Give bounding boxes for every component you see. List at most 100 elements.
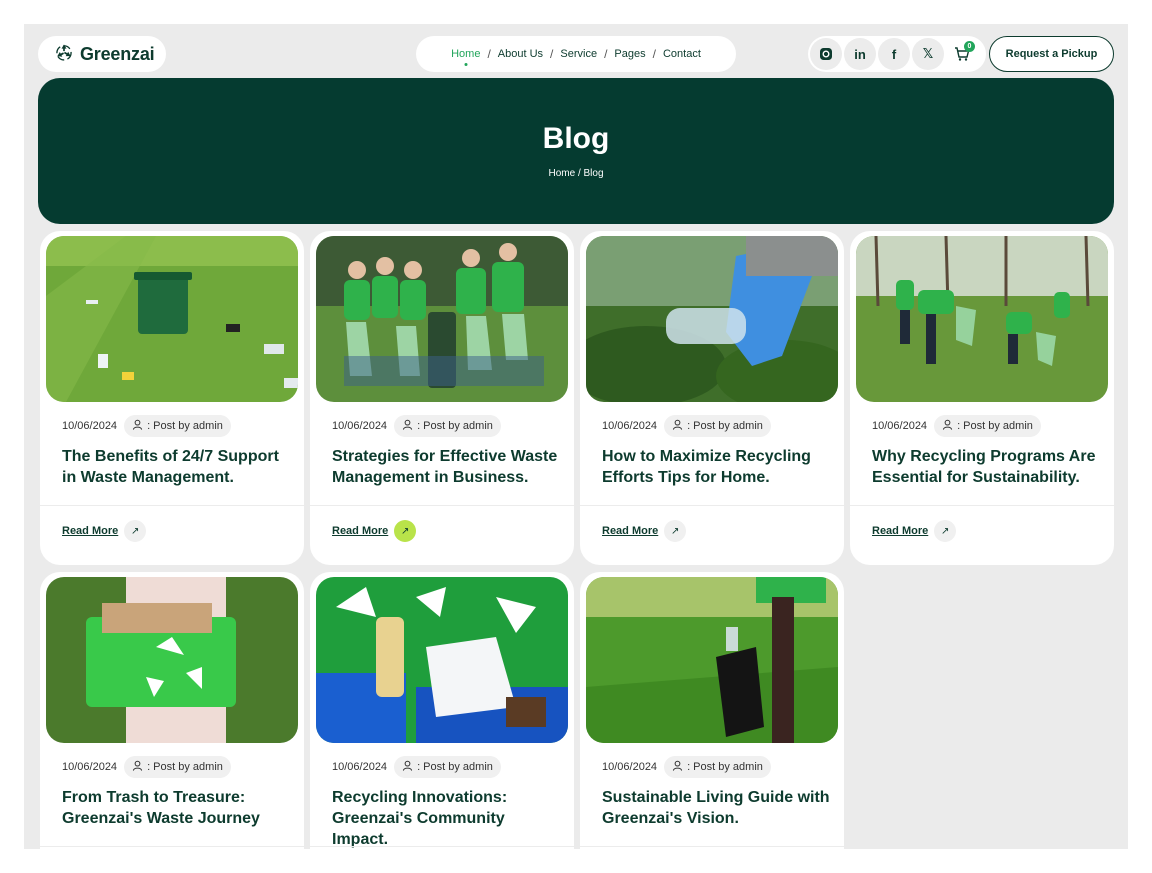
blog-card: 10/06/2024 : Post by admin Strategies fo… xyxy=(310,231,574,565)
social-links: in f 𝕏 0 xyxy=(808,36,986,72)
nav-contact[interactable]: Contact xyxy=(663,48,701,60)
arrow-up-right-icon[interactable]: ↗ xyxy=(124,520,147,542)
post-date: 10/06/2024 xyxy=(602,420,658,432)
author-chip[interactable]: : Post by admin xyxy=(664,415,771,437)
post-author: : Post by admin xyxy=(417,420,493,432)
nav-about[interactable]: About Us xyxy=(498,48,543,60)
card-image[interactable] xyxy=(316,577,568,743)
post-author: : Post by admin xyxy=(957,420,1033,432)
author-chip[interactable]: : Post by admin xyxy=(934,415,1041,437)
post-title[interactable]: The Benefits of 24/7 Support in Waste Ma… xyxy=(62,446,292,488)
read-more-label[interactable]: Read More xyxy=(332,525,388,537)
instagram-icon[interactable] xyxy=(810,38,842,70)
post-meta: 10/06/2024 : Post by admin xyxy=(602,415,771,437)
card-image[interactable] xyxy=(46,236,298,402)
card-image[interactable] xyxy=(856,236,1108,402)
read-more-link[interactable]: Read More ↗ xyxy=(332,520,417,542)
blog-card: 10/06/2024 : Post by admin How to Maximi… xyxy=(580,231,844,565)
blog-card: 10/06/2024 : Post by admin From Trash to… xyxy=(40,572,304,849)
divider xyxy=(580,846,844,847)
card-image[interactable] xyxy=(586,236,838,402)
read-more-label[interactable]: Read More xyxy=(602,525,658,537)
cart-count-badge: 0 xyxy=(964,41,975,52)
arrow-up-right-icon[interactable]: ↗ xyxy=(934,520,957,542)
post-meta: 10/06/2024 : Post by admin xyxy=(332,756,501,778)
card-image[interactable] xyxy=(46,577,298,743)
author-chip[interactable]: : Post by admin xyxy=(394,756,501,778)
nav-pages[interactable]: Pages xyxy=(614,48,645,60)
divider xyxy=(310,846,574,847)
user-icon xyxy=(942,419,953,433)
blog-card: 10/06/2024 : Post by admin The Benefits … xyxy=(40,231,304,565)
nav-home[interactable]: Home xyxy=(451,48,480,60)
post-meta: 10/06/2024 : Post by admin xyxy=(62,756,231,778)
user-icon xyxy=(672,419,683,433)
user-icon xyxy=(672,760,683,774)
breadcrumb: Home / Blog xyxy=(548,168,604,179)
post-title[interactable]: Recycling Innovations: Greenzai's Commun… xyxy=(332,787,562,849)
arrow-up-right-icon[interactable]: ↗ xyxy=(664,520,687,542)
post-author: : Post by admin xyxy=(147,761,223,773)
post-meta: 10/06/2024 : Post by admin xyxy=(332,415,501,437)
nav-separator: / xyxy=(487,47,491,61)
card-image[interactable] xyxy=(586,577,838,743)
divider xyxy=(40,505,304,506)
logo[interactable]: Greenzai xyxy=(38,36,166,72)
read-more-label[interactable]: Read More xyxy=(872,525,928,537)
post-date: 10/06/2024 xyxy=(62,420,118,432)
card-image[interactable] xyxy=(316,236,568,402)
post-date: 10/06/2024 xyxy=(332,761,388,773)
blog-card: 10/06/2024 : Post by admin Why Recycling… xyxy=(850,231,1114,565)
post-date: 10/06/2024 xyxy=(602,761,658,773)
nav-separator: / xyxy=(652,47,656,61)
post-author: : Post by admin xyxy=(687,761,763,773)
cart-icon[interactable]: 0 xyxy=(946,38,978,70)
post-title[interactable]: From Trash to Treasure: Greenzai's Waste… xyxy=(62,787,292,829)
read-more-link[interactable]: Read More ↗ xyxy=(602,520,687,542)
post-meta: 10/06/2024 : Post by admin xyxy=(602,756,771,778)
blog-card: 10/06/2024 : Post by admin Recycling Inn… xyxy=(310,572,574,849)
post-title[interactable]: How to Maximize Recycling Efforts Tips f… xyxy=(602,446,832,488)
post-author: : Post by admin xyxy=(147,420,223,432)
read-more-label[interactable]: Read More xyxy=(62,525,118,537)
arrow-up-right-icon[interactable]: ↗ xyxy=(394,520,417,542)
user-icon xyxy=(132,419,143,433)
page-frame: Greenzai Home / About Us / Service / Pag… xyxy=(24,24,1128,849)
divider xyxy=(40,846,304,847)
post-author: : Post by admin xyxy=(417,761,493,773)
author-chip[interactable]: : Post by admin xyxy=(394,415,501,437)
divider xyxy=(850,505,1114,506)
user-icon xyxy=(132,760,143,774)
read-more-link[interactable]: Read More ↗ xyxy=(62,520,147,542)
facebook-icon[interactable]: f xyxy=(878,38,910,70)
nav-separator: / xyxy=(550,47,554,61)
linkedin-icon[interactable]: in xyxy=(844,38,876,70)
post-date: 10/06/2024 xyxy=(62,761,118,773)
brand-name: Greenzai xyxy=(80,43,155,64)
post-title[interactable]: Why Recycling Programs Are Essential for… xyxy=(872,446,1102,488)
divider xyxy=(580,505,844,506)
author-chip[interactable]: : Post by admin xyxy=(124,415,231,437)
post-title[interactable]: Sustainable Living Guide with Greenzai's… xyxy=(602,787,832,829)
author-chip[interactable]: : Post by admin xyxy=(664,756,771,778)
recycle-icon xyxy=(54,42,74,67)
post-author: : Post by admin xyxy=(687,420,763,432)
page-title: Blog xyxy=(542,122,610,155)
hero-banner: Blog Home / Blog xyxy=(38,78,1114,224)
main-nav: Home / About Us / Service / Pages / Cont… xyxy=(416,36,736,72)
request-pickup-button[interactable]: Request a Pickup xyxy=(989,36,1114,72)
read-more-link[interactable]: Read More ↗ xyxy=(872,520,957,542)
author-chip[interactable]: : Post by admin xyxy=(124,756,231,778)
divider xyxy=(310,505,574,506)
blog-card: 10/06/2024 : Post by admin Sustainable L… xyxy=(580,572,844,849)
post-meta: 10/06/2024 : Post by admin xyxy=(62,415,231,437)
post-title[interactable]: Strategies for Effective Waste Managemen… xyxy=(332,446,562,488)
post-meta: 10/06/2024 : Post by admin xyxy=(872,415,1041,437)
post-date: 10/06/2024 xyxy=(872,420,928,432)
nav-service[interactable]: Service xyxy=(560,48,597,60)
post-date: 10/06/2024 xyxy=(332,420,388,432)
x-icon[interactable]: 𝕏 xyxy=(912,38,944,70)
nav-separator: / xyxy=(604,47,608,61)
user-icon xyxy=(402,760,413,774)
user-icon xyxy=(402,419,413,433)
